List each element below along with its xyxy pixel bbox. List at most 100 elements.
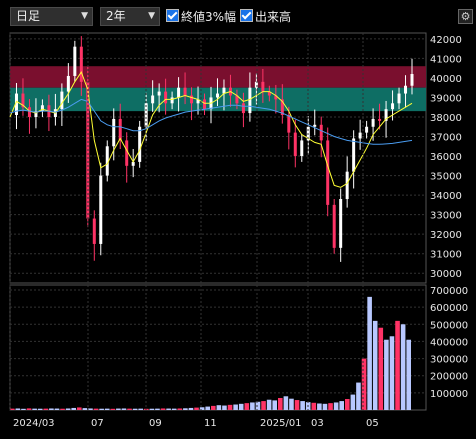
candle-body	[183, 87, 187, 96]
date-tick-label: 09	[149, 418, 162, 429]
volume-bar	[261, 401, 266, 410]
volume-bar	[149, 408, 155, 410]
price-tick-label: 33000	[430, 211, 462, 222]
candle-body	[378, 118, 382, 121]
candle-body	[92, 218, 96, 244]
volume-bar	[43, 408, 49, 410]
volume-bar	[400, 324, 406, 410]
volume-bar	[166, 408, 171, 410]
volume-bar	[378, 327, 384, 410]
candle-body	[352, 138, 356, 172]
volume-bar	[211, 405, 216, 410]
volume-bar	[255, 401, 261, 410]
volume-bar	[49, 408, 54, 410]
candle-body	[112, 118, 116, 147]
volume-bar	[54, 408, 60, 410]
candle-body	[215, 93, 219, 98]
candle-body	[397, 93, 401, 104]
price-tick-label: 31000	[430, 250, 462, 261]
candle-body	[164, 91, 168, 104]
volume-bar	[93, 408, 99, 410]
candle-body	[177, 87, 181, 98]
price-tick-label: 35000	[430, 172, 462, 183]
volume-bar	[65, 408, 71, 410]
candle-body	[118, 118, 122, 141]
price-tick-label: 32000	[430, 230, 462, 241]
volume-tick-label: 300000	[430, 355, 468, 366]
candle-body	[313, 124, 317, 127]
volume-tick-label: 700000	[430, 286, 468, 297]
volume-bar	[71, 407, 76, 410]
candle-body	[365, 126, 369, 133]
candle-body	[287, 115, 291, 133]
candle-body	[248, 87, 252, 114]
candle-body	[66, 75, 70, 92]
volume-bar	[21, 408, 26, 410]
volume-bar	[283, 396, 289, 410]
volume-bar	[339, 401, 344, 410]
candle-body	[404, 85, 408, 94]
candle-body	[138, 126, 142, 162]
volume-bar	[322, 403, 328, 410]
volume-bar	[266, 399, 272, 410]
volume-tick-label: 600000	[430, 303, 468, 314]
candle-body	[99, 175, 103, 244]
price-tick-label: 42000	[430, 35, 462, 46]
candle-body	[203, 99, 207, 110]
date-tick-label: 2024/03	[13, 418, 55, 429]
price-panel: 42000 41000 40000 39000 38000 37000 36000 35000…	[9, 32, 462, 284]
candle-body	[410, 74, 414, 86]
candle-body	[293, 132, 297, 157]
candle-body	[345, 171, 349, 200]
price-tick-label: 30000	[430, 269, 462, 280]
volume-tick-label: 100000	[430, 389, 468, 400]
volume-tick-label: 400000	[430, 337, 468, 348]
volume-bar	[317, 403, 322, 410]
candle-body	[332, 204, 336, 248]
volume-bar	[188, 407, 194, 410]
candle-body	[358, 132, 362, 139]
candle-body	[300, 140, 304, 157]
band-upper-zone	[10, 66, 426, 88]
volume-bar	[227, 404, 233, 410]
candle-body	[157, 91, 161, 96]
price-tick-label: 40000	[430, 74, 462, 85]
volume-bar	[367, 296, 372, 410]
volume-bar	[77, 407, 82, 410]
volume-axis-labels: 700000 600000 500000 400000 300000 200000 1000…	[430, 286, 468, 400]
volume-bar	[26, 408, 32, 410]
price-tick-label: 38000	[430, 113, 462, 124]
candle-body	[326, 140, 330, 205]
volume-bar	[99, 408, 104, 410]
volume-bar	[395, 320, 400, 410]
volume-bar	[328, 403, 333, 410]
volume-bar	[278, 398, 283, 410]
candle-body	[60, 91, 64, 110]
volume-bar	[132, 408, 138, 410]
volume-bar	[171, 408, 177, 410]
volume-bar	[372, 320, 378, 410]
price-tick-label: 41000	[430, 54, 462, 65]
volume-bar	[127, 408, 132, 410]
volume-bar	[250, 402, 255, 410]
date-tick-label: 03	[311, 418, 324, 429]
candle-body	[391, 103, 395, 110]
stock-chart: 42000 41000 40000 39000 38000 37000 36000 35000…	[9, 32, 468, 429]
volume-bar	[216, 405, 222, 410]
volume-bar	[110, 408, 116, 410]
volume-bar	[356, 382, 361, 410]
volume-panel: 700000 600000 500000 400000 300000 200000 1000…	[9, 284, 468, 411]
volume-bar	[350, 394, 356, 410]
volume-bar	[233, 404, 238, 410]
price-tick-label: 39000	[430, 93, 462, 104]
date-tick-label: 05	[366, 418, 379, 429]
candle-body	[151, 95, 155, 104]
candle-body	[371, 118, 375, 127]
volume-bar	[389, 336, 395, 410]
volume-bar	[272, 400, 277, 410]
volume-bar	[194, 407, 199, 410]
candle-body	[73, 46, 77, 76]
volume-bar	[160, 408, 166, 410]
volume-bar	[289, 398, 294, 410]
volume-bar	[82, 408, 88, 410]
